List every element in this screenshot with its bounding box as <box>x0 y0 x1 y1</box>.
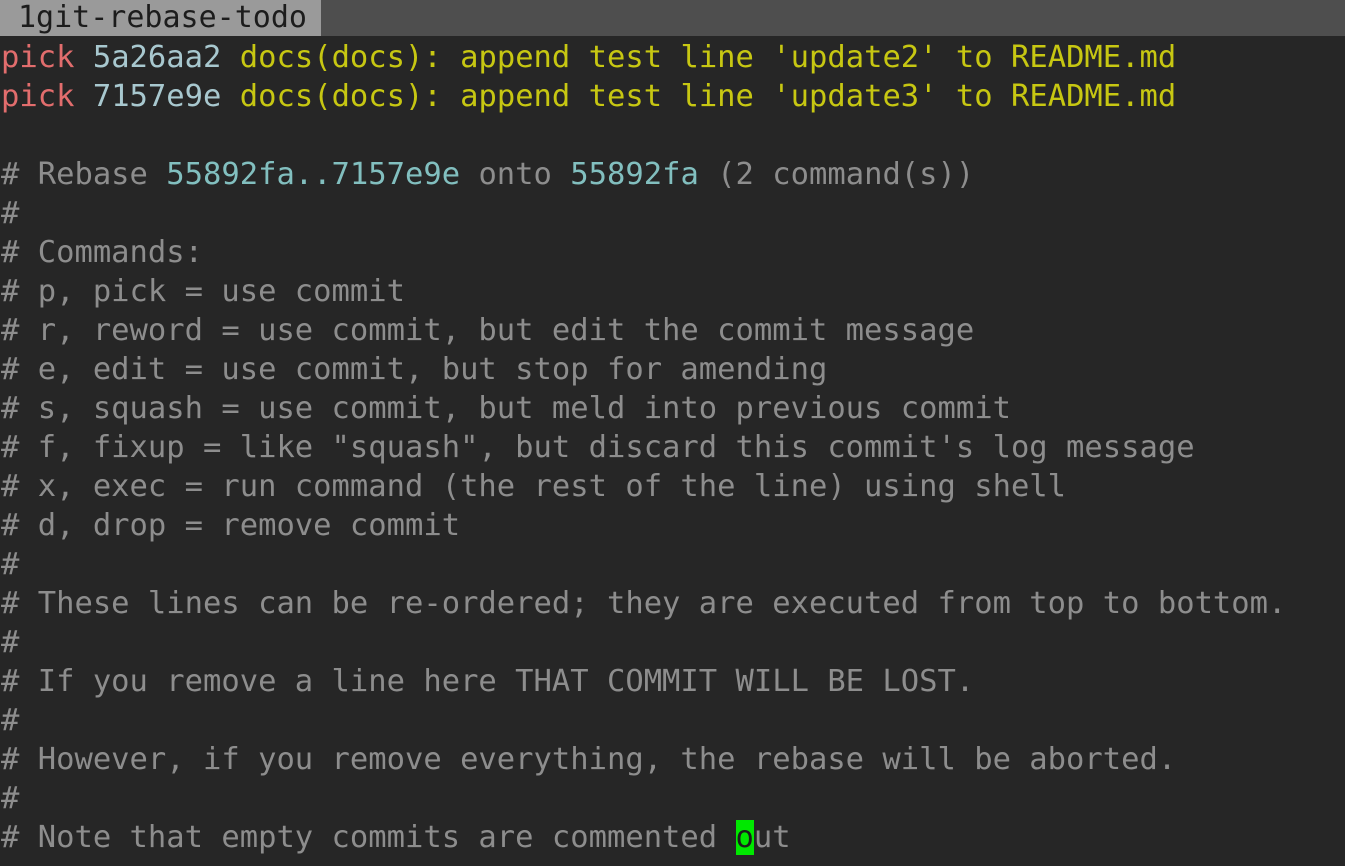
comment-line: # However, if you remove everything, the… <box>1 742 1177 777</box>
comment-line: # s, squash = use commit, but meld into … <box>1 391 1011 426</box>
rebase-header-count: (2 command(s)) <box>698 157 975 192</box>
comment-line: # <box>1 196 20 231</box>
tab-git-rebase-todo[interactable]: 1git-rebase-todo <box>0 0 321 36</box>
rebase-header-line: # Rebase 55892fa..7157e9e onto 55892fa (… <box>0 155 1345 194</box>
tabline-filler <box>320 0 1345 36</box>
comment-line: # <box>1 625 20 660</box>
comment-line: # If you remove a line here THAT COMMIT … <box>1 664 975 699</box>
comment-line: # d, drop = remove commit <box>1 508 461 543</box>
comment-line: # x, exec = run command (the rest of the… <box>1 469 1067 504</box>
cursor-line-text-after: ut <box>753 820 791 855</box>
rebase-onto-hash: 55892fa <box>570 157 699 192</box>
commit-message: docs(docs): append test line 'update3' t… <box>239 79 1177 114</box>
comment-line: # Commands: <box>1 235 203 270</box>
text-buffer[interactable]: pick 5a26aa2 docs(docs): append test lin… <box>0 36 1345 866</box>
rebase-command-keyword: pick <box>1 40 75 75</box>
comment-line: # r, reword = use commit, but edit the c… <box>1 313 975 348</box>
comment-line: # <box>1 547 20 582</box>
comment-line: # f, fixup = like "squash", but discard … <box>1 430 1195 465</box>
rebase-header-prefix: # Rebase <box>1 157 167 192</box>
commit-hash: 7157e9e <box>92 79 222 114</box>
commit-message: docs(docs): append test line 'update2' t… <box>239 40 1177 75</box>
todo-line[interactable]: pick 7157e9e docs(docs): append test lin… <box>0 77 1345 116</box>
rebase-command-keyword: pick <box>1 79 75 114</box>
commit-hash: 5a26aa2 <box>92 40 222 75</box>
comment-line: # p, pick = use commit <box>1 274 405 309</box>
tabline: 1git-rebase-todo <box>0 0 1345 36</box>
block-cursor: o <box>735 820 754 855</box>
todo-line[interactable]: pick 5a26aa2 docs(docs): append test lin… <box>0 38 1345 77</box>
comment-line: # e, edit = use commit, but stop for ame… <box>1 352 828 387</box>
rebase-range-hashes: 55892fa..7157e9e <box>166 157 461 192</box>
cursor-line-text-before: # Note that empty commits are commented <box>1 820 736 855</box>
comment-line: # These lines can be re-ordered; they ar… <box>1 586 1287 621</box>
vim-window: 1git-rebase-todo pick 5a26aa2 docs(docs)… <box>0 0 1345 866</box>
comment-line: # <box>1 781 20 816</box>
cursor-line[interactable]: # Note that empty commits are commented … <box>0 818 1345 857</box>
rebase-header-onto-word: onto <box>460 157 571 192</box>
comment-line: # <box>1 703 20 738</box>
